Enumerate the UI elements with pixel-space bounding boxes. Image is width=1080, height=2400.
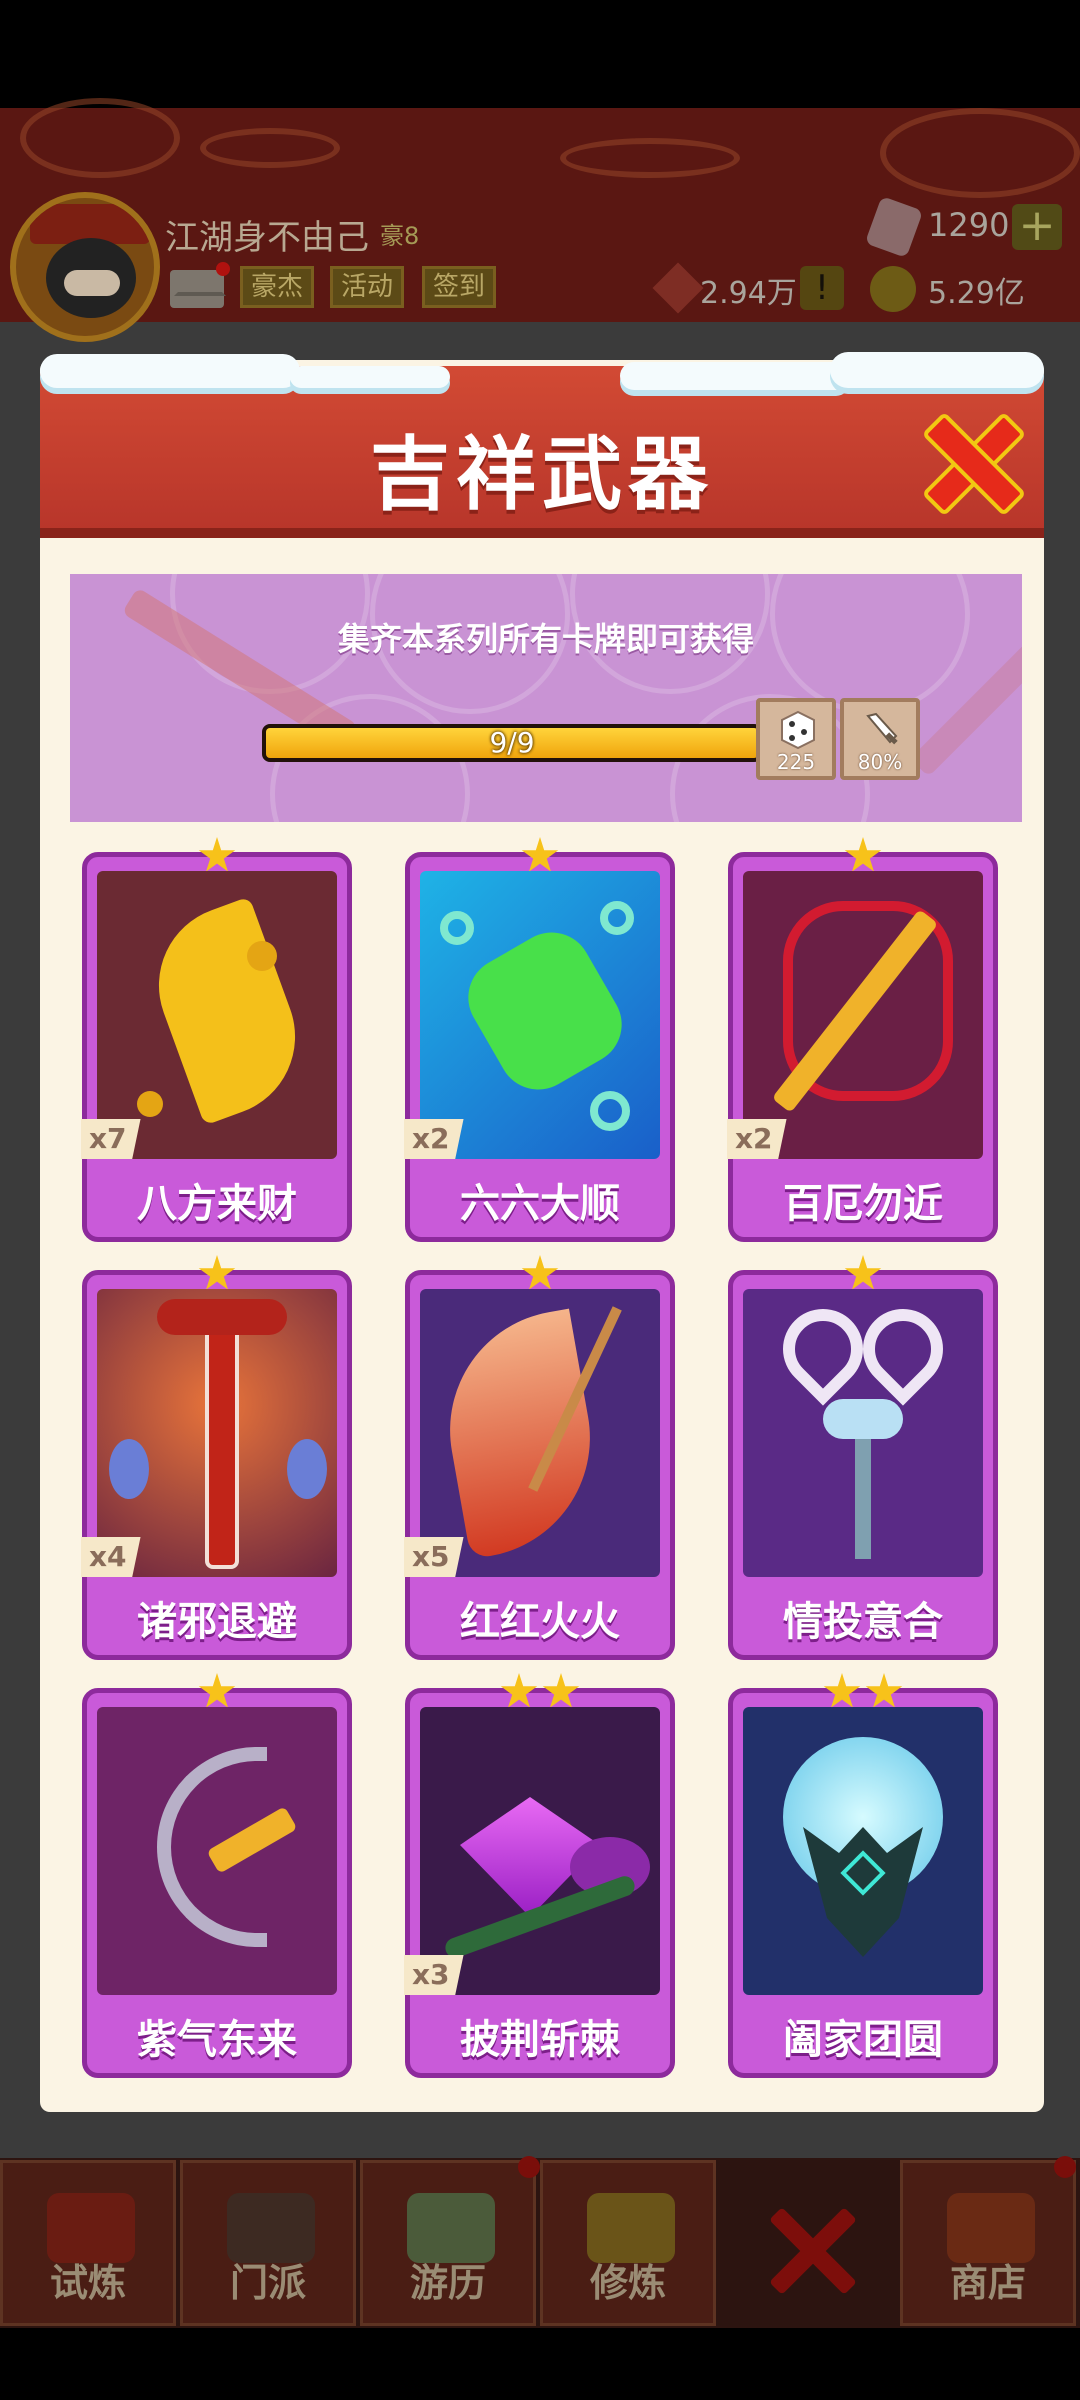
reward-dice[interactable]: 225 <box>756 698 836 780</box>
nav-close-icon[interactable] <box>766 2206 856 2296</box>
dice-icon <box>781 710 815 750</box>
tab-label: 试炼 <box>49 2261 126 2305</box>
weapon-card[interactable]: 阖家团圆 <box>728 1673 998 2078</box>
card-art <box>97 1289 337 1577</box>
star-icon <box>500 1673 538 1708</box>
collection-progress-bar: 9/9 <box>262 724 762 762</box>
events-button[interactable]: 活动 <box>330 266 405 308</box>
star-icon <box>844 837 882 872</box>
sword-icon <box>866 712 898 745</box>
star-icon <box>823 1673 861 1708</box>
star-icon <box>865 1673 903 1708</box>
card-count: x7 <box>81 1119 141 1159</box>
reward-sword[interactable]: 80% <box>840 698 920 780</box>
card-art <box>420 1289 660 1577</box>
tab-shop[interactable]: 商店 <box>900 2160 1076 2326</box>
weapon-card[interactable]: x4 诸邪退避 <box>81 1255 352 1660</box>
card-count: x2 <box>404 1119 464 1159</box>
card-art <box>97 1707 337 1995</box>
reward-value: 225 <box>776 750 816 774</box>
coin-count: 5.29亿 <box>928 276 1025 311</box>
card-art <box>743 871 983 1159</box>
card-count: x2 <box>727 1119 787 1159</box>
snow-decoration <box>830 352 1044 388</box>
tab-travel[interactable]: 游历 <box>360 2160 536 2326</box>
progress-text: 9/9 <box>489 726 535 759</box>
card-count: x5 <box>404 1537 464 1577</box>
card-name: 诸邪退避 <box>137 1599 297 1645</box>
add-gems-button[interactable]: + <box>1012 204 1062 250</box>
star-icon <box>198 837 236 872</box>
tab-trial[interactable]: 试炼 <box>0 2160 176 2326</box>
checkin-button[interactable]: 签到 <box>422 266 497 308</box>
status-bar <box>0 0 1080 108</box>
star-icon <box>198 1255 236 1290</box>
snow-decoration <box>290 366 450 388</box>
notification-dot <box>1054 2156 1076 2178</box>
star-icon <box>542 1673 580 1708</box>
reward-value: 80% <box>857 750 903 774</box>
player-rank: 豪8 <box>380 222 420 250</box>
snow-decoration <box>40 354 300 388</box>
card-art <box>420 1707 660 1995</box>
modal-title: 吉祥武器 <box>370 428 714 521</box>
card-name: 六六大顺 <box>460 1181 620 1227</box>
tab-label: 商店 <box>949 2261 1026 2305</box>
tab-cultivate[interactable]: 修炼 <box>540 2160 716 2326</box>
notification-dot <box>216 262 230 276</box>
tab-label: 修炼 <box>589 2261 666 2305</box>
token-count: 2.94万 <box>700 276 797 311</box>
card-art <box>97 871 337 1159</box>
weapon-card[interactable]: 情投意合 <box>728 1255 998 1660</box>
star-icon <box>521 837 559 872</box>
card-name: 百厄勿近 <box>783 1181 943 1227</box>
snow-decoration <box>620 362 850 390</box>
card-name: 八方来财 <box>137 1181 297 1227</box>
weapon-card[interactable]: x2 六六大顺 <box>404 837 675 1242</box>
card-name: 红红火火 <box>460 1599 620 1645</box>
modal-header-edge <box>40 528 1044 538</box>
tab-label: 门派 <box>229 2261 306 2305</box>
weapon-card[interactable]: x2 百厄勿近 <box>727 837 998 1242</box>
card-count: x3 <box>404 1955 464 1995</box>
alert-button[interactable]: ! <box>800 266 844 310</box>
player-avatar[interactable] <box>10 192 160 342</box>
heroes-button[interactable]: 豪杰 <box>240 266 315 308</box>
gem-count: 1290 <box>928 206 1010 244</box>
system-nav-bar <box>0 2328 1080 2400</box>
weapon-card[interactable]: x5 红红火火 <box>404 1255 675 1660</box>
weapon-card[interactable]: x7 八方来财 <box>81 837 352 1242</box>
card-name: 阖家团圆 <box>783 2017 943 2063</box>
card-name: 披荆斩棘 <box>460 2017 620 2063</box>
card-art <box>743 1289 983 1577</box>
close-icon[interactable] <box>920 412 1020 508</box>
card-art <box>743 1707 983 1995</box>
card-name: 紫气东来 <box>137 2017 297 2063</box>
mail-icon[interactable] <box>170 270 226 308</box>
tab-label: 游历 <box>409 2261 486 2305</box>
card-art <box>420 871 660 1159</box>
card-name: 情投意合 <box>783 1599 943 1645</box>
star-icon <box>198 1673 236 1708</box>
coin-icon <box>870 266 916 312</box>
card-count: x4 <box>81 1537 141 1577</box>
weapon-card[interactable]: 紫气东来 <box>82 1673 352 2078</box>
star-icon <box>844 1255 882 1290</box>
notification-dot <box>518 2156 540 2178</box>
player-name: 江湖身不由己 <box>165 218 369 258</box>
star-icon <box>521 1255 559 1290</box>
tab-sect[interactable]: 门派 <box>180 2160 356 2326</box>
weapon-card[interactable]: x3 披荆斩棘 <box>404 1673 675 2078</box>
banner-text: 集齐本系列所有卡牌即可获得 <box>337 620 754 658</box>
game-screen: 江湖身不由己 豪8 豪杰 活动 签到 1290 + 2.94万 ! 5.29亿 … <box>0 0 1080 2400</box>
